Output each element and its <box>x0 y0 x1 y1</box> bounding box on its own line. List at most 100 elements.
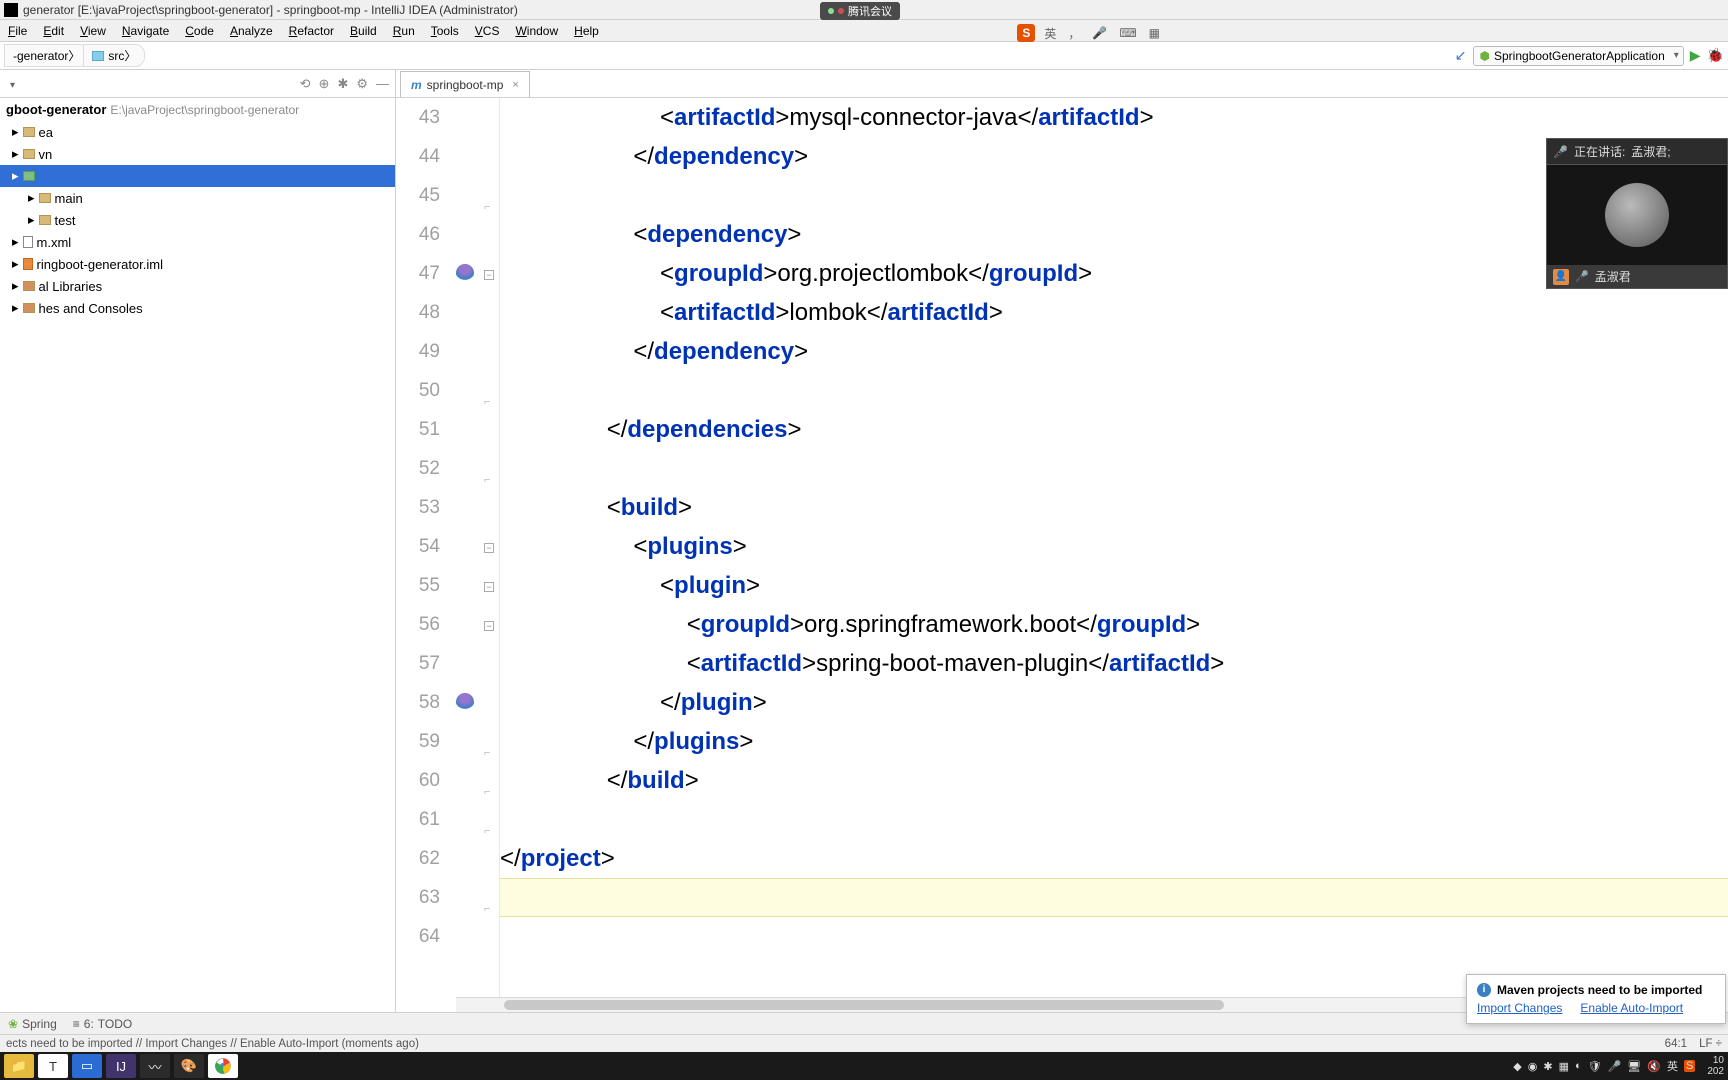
system-tray: ◆ ◉ ✱ ▦ ◐ 🛡 🎤 🖥 🔇 英 S 10 202 <box>1513 1055 1724 1077</box>
fold-toggle-icon[interactable]: − <box>484 543 494 553</box>
menu-build[interactable]: Build <box>342 24 385 38</box>
date: 202 <box>1707 1066 1724 1077</box>
import-changes-link[interactable]: Import Changes <box>1477 1001 1562 1015</box>
tray-icon[interactable]: ◐ <box>1575 1060 1582 1072</box>
menu-code[interactable]: Code <box>177 24 222 38</box>
close-icon[interactable]: × <box>512 79 518 91</box>
notif-title: i Maven projects need to be imported <box>1477 983 1715 997</box>
editor-tab[interactable]: m springboot-mp × <box>400 71 530 97</box>
debug-button[interactable]: 🐞 <box>1707 47 1724 64</box>
back-icon[interactable]: ↙ <box>1455 47 1467 64</box>
avatar: 👤 <box>1553 269 1569 285</box>
sogou-icon[interactable]: S <box>1017 24 1035 42</box>
maven-file-icon: m <box>411 78 422 92</box>
todo-tool-button[interactable]: ≡ 6: TODO <box>65 1017 140 1031</box>
ime-punct[interactable]: ， <box>1065 25 1083 42</box>
fold-toggle-icon[interactable]: − <box>484 621 494 631</box>
tree-node[interactable]: ▸ <box>0 165 395 187</box>
menu-analyze[interactable]: Analyze <box>222 24 281 38</box>
ime-lang[interactable]: 英 <box>1041 25 1059 42</box>
mic-icon: 🎤 <box>1553 145 1568 159</box>
app-icon[interactable]: 〰 <box>140 1054 170 1078</box>
grid-icon[interactable]: ▦ <box>1146 26 1163 40</box>
paint-app-icon[interactable]: 🎨 <box>174 1054 204 1078</box>
line-number-gutter: 4344454647484950515253545556575859606162… <box>396 98 456 1012</box>
menu-view[interactable]: View <box>72 24 114 38</box>
tree-node[interactable]: ▸ m.xml <box>0 231 395 253</box>
tree-node[interactable]: ▸ ea <box>0 121 395 143</box>
root-path: E:\javaProject\springboot-generator <box>110 103 299 117</box>
spring-tool-button[interactable]: ❀ Spring <box>0 1017 65 1031</box>
keyboard-icon[interactable]: ⌨ <box>1116 26 1139 40</box>
run-config-dropdown[interactable]: ⬢ SpringbootGeneratorApplication <box>1473 46 1684 66</box>
menu-help[interactable]: Help <box>566 24 607 38</box>
mic-icon[interactable]: 🎤 <box>1089 26 1110 40</box>
info-icon: i <box>1477 983 1491 997</box>
sogou-tray-icon[interactable]: S <box>1684 1060 1695 1072</box>
line-separator[interactable]: LF ÷ <box>1699 1038 1722 1050</box>
tray-icon[interactable]: ◆ <box>1513 1060 1521 1073</box>
enable-auto-import-link[interactable]: Enable Auto-Import <box>1580 1001 1683 1015</box>
tray-icon[interactable]: 🛡 <box>1588 1060 1602 1073</box>
status-bar: ects need to be imported // Import Chang… <box>0 1034 1728 1052</box>
editor-area: m springboot-mp × 4344454647484950515253… <box>396 70 1728 1012</box>
menu-run[interactable]: Run <box>385 24 423 38</box>
intellij-icon[interactable]: IJ <box>106 1054 136 1078</box>
tray-icon[interactable]: ✱ <box>1543 1060 1552 1073</box>
tree-node[interactable]: ▸ hes and Consoles <box>0 297 395 319</box>
explorer-icon[interactable]: 📁 <box>4 1054 34 1078</box>
editor-body[interactable]: 4344454647484950515253545556575859606162… <box>396 98 1728 1012</box>
tab-title: springboot-mp <box>427 78 504 92</box>
run-button[interactable]: ▶ <box>1690 47 1701 64</box>
tree-node[interactable]: ▸ ringboot-generator.iml <box>0 253 395 275</box>
menu-file[interactable]: File <box>0 24 35 38</box>
scrollbar-thumb[interactable] <box>504 1000 1224 1010</box>
menu-vcs[interactable]: VCS <box>467 24 508 38</box>
refresh-icon[interactable]: ⟲ <box>300 76 311 92</box>
tray-icon[interactable]: 🖥 <box>1627 1060 1641 1073</box>
menu-navigate[interactable]: Navigate <box>114 24 177 38</box>
tray-lang[interactable]: 英 <box>1667 1058 1678 1074</box>
tree-node[interactable]: ▸ vn <box>0 143 395 165</box>
text-app-icon[interactable]: T <box>38 1054 68 1078</box>
user-name: 孟淑君 <box>1595 268 1631 285</box>
fold-toggle-icon[interactable]: − <box>484 582 494 592</box>
horizontal-scrollbar[interactable] <box>456 997 1513 1012</box>
folder-icon <box>39 215 51 225</box>
collapse-icon[interactable]: ✱ <box>337 76 348 92</box>
window-title: generator [E:\javaProject\springboot-gen… <box>23 3 518 17</box>
globe-icon <box>1605 183 1669 247</box>
tray-icon[interactable]: ▦ <box>1559 1060 1569 1073</box>
fold-toggle-icon[interactable]: − <box>484 270 494 280</box>
meeting-badge[interactable]: 腾讯会议 <box>820 2 900 20</box>
chrome-icon[interactable] <box>208 1054 238 1078</box>
breadcrumb-item[interactable]: -generator 〉 <box>4 44 89 67</box>
tray-icon[interactable]: 🎤 <box>1608 1060 1622 1073</box>
clock[interactable]: 10 202 <box>1707 1055 1724 1077</box>
meeting-overlay[interactable]: 🎤 正在讲话: 孟淑君; 👤 🎤 孟淑君 <box>1546 138 1728 289</box>
project-view-dropdown[interactable] <box>6 76 292 91</box>
maven-import-notification: i Maven projects need to be imported Imp… <box>1466 974 1726 1024</box>
hide-icon[interactable]: — <box>376 76 389 91</box>
tree-node[interactable]: ▸ test <box>0 209 395 231</box>
spring-gutter-icon[interactable] <box>456 693 474 711</box>
target-icon[interactable]: ⊕ <box>319 76 330 92</box>
breadcrumb-item[interactable]: src 〉 <box>83 44 145 67</box>
tray-icon[interactable]: ◉ <box>1528 1060 1538 1073</box>
tree-node[interactable]: ▸ al Libraries <box>0 275 395 297</box>
tree-node[interactable]: ▸ main <box>0 187 395 209</box>
meeting-app-icon[interactable]: ▭ <box>72 1054 102 1078</box>
code-content[interactable]: <groupId>mysql</groupId> <artifactId>mys… <box>500 98 1728 1012</box>
project-root[interactable]: gboot-generator E:\javaProject\springboo… <box>0 98 395 121</box>
spring-gutter-icon[interactable] <box>456 264 474 282</box>
menu-window[interactable]: Window <box>507 24 566 38</box>
run-config-name: SpringbootGeneratorApplication <box>1494 49 1665 63</box>
menu-edit[interactable]: Edit <box>35 24 72 38</box>
settings-icon[interactable]: ⚙ <box>356 76 368 92</box>
menu-tools[interactable]: Tools <box>423 24 467 38</box>
ime-toolbar[interactable]: S 英 ， 🎤 ⌨ ▦ <box>1017 24 1163 42</box>
tray-icon[interactable]: 🔇 <box>1647 1060 1661 1073</box>
list-icon: ≡ <box>73 1017 80 1031</box>
menu-refactor[interactable]: Refactor <box>281 24 342 38</box>
meeting-user-row[interactable]: 👤 🎤 孟淑君 <box>1547 265 1727 288</box>
